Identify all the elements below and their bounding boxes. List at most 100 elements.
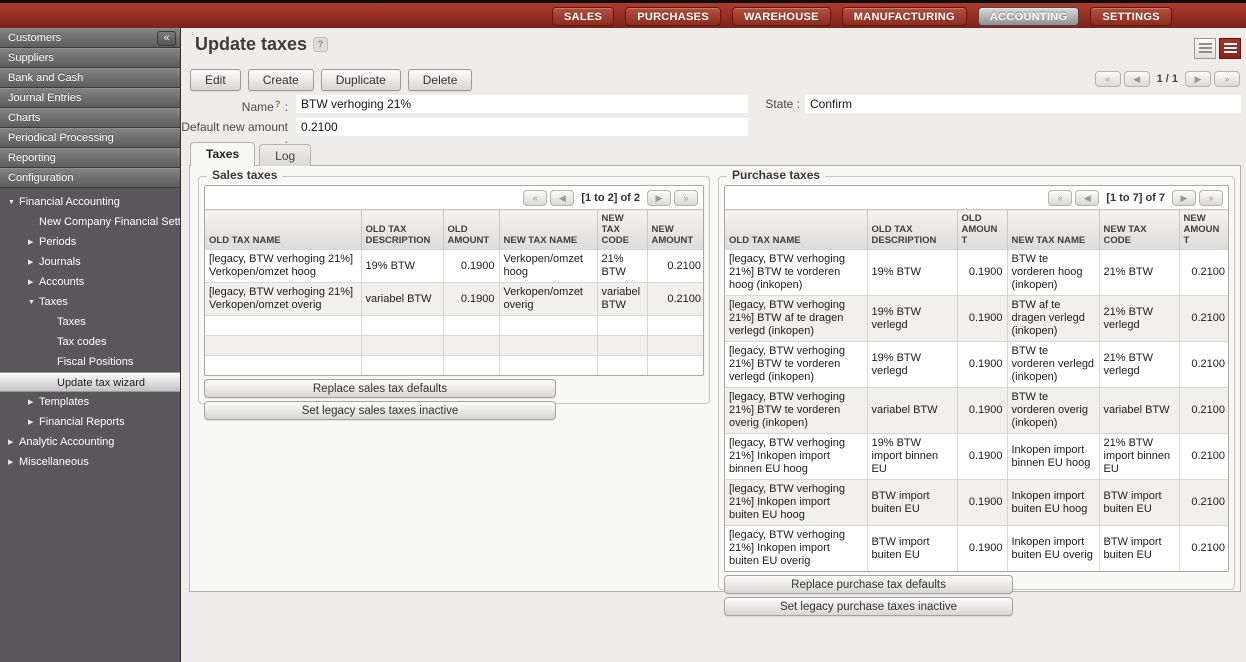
sidebar-section-journal-entries[interactable]: Journal Entries (0, 88, 180, 108)
duplicate-button[interactable]: Duplicate (321, 69, 401, 91)
nav-button-warehouse[interactable]: WAREHOUSE (732, 7, 831, 26)
sidebar-item-miscellaneous[interactable]: ▶Miscellaneous (0, 452, 180, 472)
sidebar-item-label: Taxes (39, 296, 68, 308)
nav-button-purchases[interactable]: PURCHASES (625, 7, 721, 26)
next-page-button[interactable]: ▶ (647, 190, 671, 206)
table-row[interactable]: [legacy, BTW verhoging 21%] Verkopen/omz… (205, 283, 704, 316)
previous-page-button[interactable]: ◀ (1075, 190, 1099, 206)
sidebar-section-bank-and-cash[interactable]: Bank and Cash (0, 68, 180, 88)
chevron-right-icon: ▶ (28, 233, 39, 252)
sidebar-section-reporting[interactable]: Reporting (0, 148, 180, 168)
sidebar-item-financial-accounting[interactable]: ▼Financial Accounting (0, 192, 180, 212)
sidebar-section-configuration[interactable]: Configuration (0, 168, 180, 188)
replace-sales-tax-defaults-button[interactable]: Replace sales tax defaults (204, 379, 556, 398)
column-header-old-tax-description[interactable]: OLD TAX DESCRIPTION (361, 210, 443, 250)
sidebar-item-taxes[interactable]: Taxes (0, 312, 180, 332)
nav-button-sales[interactable]: SALES (552, 7, 614, 26)
table-row[interactable]: [legacy, BTW verhoging 21%] Inkopen impo… (725, 480, 1229, 526)
nav-button-settings[interactable]: SETTINGS (1090, 7, 1171, 26)
purchase-taxes-table: «◀ [1 to 7] of 7 ▶» OLD TAX NAMEOLD TAX DES… (724, 185, 1229, 572)
sidebar-item-taxes[interactable]: ▼Taxes (0, 292, 180, 312)
empty-cell (499, 356, 597, 376)
chevron-right-icon: ▶ (28, 273, 39, 292)
column-header-new-amount[interactable]: NEW AMOUNT (1179, 210, 1229, 250)
next-page-button[interactable]: ▶ (1172, 190, 1196, 206)
table-row[interactable]: [legacy, BTW verhoging 21%] Verkopen/omz… (205, 250, 704, 283)
sidebar-item-financial-reports[interactable]: ▶Financial Reports (0, 412, 180, 432)
tab-log[interactable]: Log (259, 144, 311, 166)
table-row[interactable]: [legacy, BTW verhoging 21%] Inkopen impo… (725, 434, 1229, 480)
sidebar-section-label: Suppliers (8, 52, 54, 64)
default-amount-value[interactable]: 0.2100 (296, 118, 748, 136)
sidebar-item-tax-codes[interactable]: Tax codes (0, 332, 180, 352)
nav-button-accounting[interactable]: ACCOUNTING (978, 7, 1080, 26)
purchase-taxes-table-container: «◀ [1 to 7] of 7 ▶» OLD TAX NAMEOLD TAX DES… (719, 185, 1234, 572)
empty-cell (205, 316, 361, 336)
table-cell: 0.2100 (647, 283, 704, 316)
delete-button[interactable]: Delete (408, 69, 473, 91)
sidebar-collapse-icon[interactable]: « (157, 31, 176, 46)
sidebar-item-label: New Company Financial Setti... (39, 216, 180, 228)
name-field-label: Name? : (181, 96, 288, 113)
sidebar-section-customers[interactable]: Customers« (0, 28, 180, 48)
nav-button-manufacturing[interactable]: MANUFACTURING (842, 7, 967, 26)
purchase-taxes-grid: OLD TAX NAMEOLD TAX DESCRIPTIONOLD AMOUN… (725, 209, 1229, 571)
first-page-button[interactable]: « (523, 190, 547, 206)
list-view-button[interactable] (1194, 38, 1216, 59)
table-row[interactable]: [legacy, BTW verhoging 21%] BTW te vorde… (725, 250, 1229, 296)
column-header-old-amount[interactable]: OLD AMOUNT (443, 210, 499, 250)
table-cell: 21% BTW verlegd (1099, 296, 1179, 342)
column-header-new-tax-name[interactable]: NEW TAX NAME (499, 210, 597, 250)
table-row[interactable]: [legacy, BTW verhoging 21%] BTW af te dr… (725, 296, 1229, 342)
column-header-old-tax-name[interactable]: OLD TAX NAME (725, 210, 867, 250)
set-legacy-purchase-taxes-inactive-button[interactable]: Set legacy purchase taxes inactive (724, 597, 1013, 616)
table-cell: 19% BTW verlegd (867, 296, 957, 342)
column-header-new-tax-code[interactable]: NEW TAX CODE (597, 210, 647, 250)
create-button[interactable]: Create (248, 69, 314, 91)
table-row[interactable]: [legacy, BTW verhoging 21%] BTW te vorde… (725, 388, 1229, 434)
sidebar-item-journals[interactable]: ▶Journals (0, 252, 180, 272)
column-header-old-tax-name[interactable]: OLD TAX NAME (205, 210, 361, 250)
form-view-button[interactable] (1219, 38, 1241, 59)
previous-page-button[interactable]: ◀ (550, 190, 574, 206)
previous-record-button[interactable]: ◀ (1124, 71, 1150, 87)
table-cell: Inkopen import binnen EU hoog (1007, 434, 1099, 480)
column-header-new-amount[interactable]: NEW AMOUNT (647, 210, 704, 250)
sidebar-item-accounts[interactable]: ▶Accounts (0, 272, 180, 292)
sidebar-item-fiscal-positions[interactable]: Fiscal Positions (0, 352, 180, 372)
tab-taxes[interactable]: Taxes (190, 142, 255, 166)
last-page-button[interactable]: » (674, 190, 698, 206)
table-cell: 0.1900 (443, 250, 499, 283)
column-header-new-tax-code[interactable]: NEW TAX CODE (1099, 210, 1179, 250)
sidebar-section-label: Periodical Processing (8, 132, 114, 144)
sidebar-item-new-company-financial-setti[interactable]: New Company Financial Setti... (0, 212, 180, 232)
column-header-old-amount[interactable]: OLD AMOUNT (957, 210, 1007, 250)
table-row[interactable]: [legacy, BTW verhoging 21%] Inkopen impo… (725, 526, 1229, 572)
sidebar-item-update-tax-wizard[interactable]: Update tax wizard (0, 372, 180, 392)
name-field-value[interactable]: BTW verhoging 21% (296, 95, 748, 113)
form-view-icon (1224, 43, 1237, 54)
next-record-button[interactable]: ▶ (1185, 71, 1211, 87)
state-field-value[interactable]: Confirm (805, 95, 1241, 113)
column-header-new-tax-name[interactable]: NEW TAX NAME (1007, 210, 1099, 250)
table-cell: 0.2100 (1179, 480, 1229, 526)
table-pager-label: [1 to 7] of 7 (1106, 192, 1165, 204)
replace-purchase-tax-defaults-button[interactable]: Replace purchase tax defaults (724, 575, 1013, 594)
sidebar-item-templates[interactable]: ▶Templates (0, 392, 180, 412)
sidebar-section-charts[interactable]: Charts (0, 108, 180, 128)
first-record-button[interactable]: « (1095, 71, 1121, 87)
table-cell: 0.2100 (1179, 388, 1229, 434)
table-cell: 0.2100 (1179, 342, 1229, 388)
help-icon[interactable]: ? (313, 37, 328, 52)
edit-button[interactable]: Edit (190, 69, 241, 91)
table-row[interactable]: [legacy, BTW verhoging 21%] BTW te vorde… (725, 342, 1229, 388)
sidebar-section-periodical-processing[interactable]: Periodical Processing (0, 128, 180, 148)
first-page-button[interactable]: « (1048, 190, 1072, 206)
sidebar-item-analytic-accounting[interactable]: ▶Analytic Accounting (0, 432, 180, 452)
last-record-button[interactable]: » (1214, 71, 1240, 87)
sidebar-item-periods[interactable]: ▶Periods (0, 232, 180, 252)
last-page-button[interactable]: » (1199, 190, 1223, 206)
column-header-old-tax-description[interactable]: OLD TAX DESCRIPTION (867, 210, 957, 250)
set-legacy-sales-taxes-inactive-button[interactable]: Set legacy sales taxes inactive (204, 401, 556, 420)
sidebar-section-suppliers[interactable]: Suppliers (0, 48, 180, 68)
